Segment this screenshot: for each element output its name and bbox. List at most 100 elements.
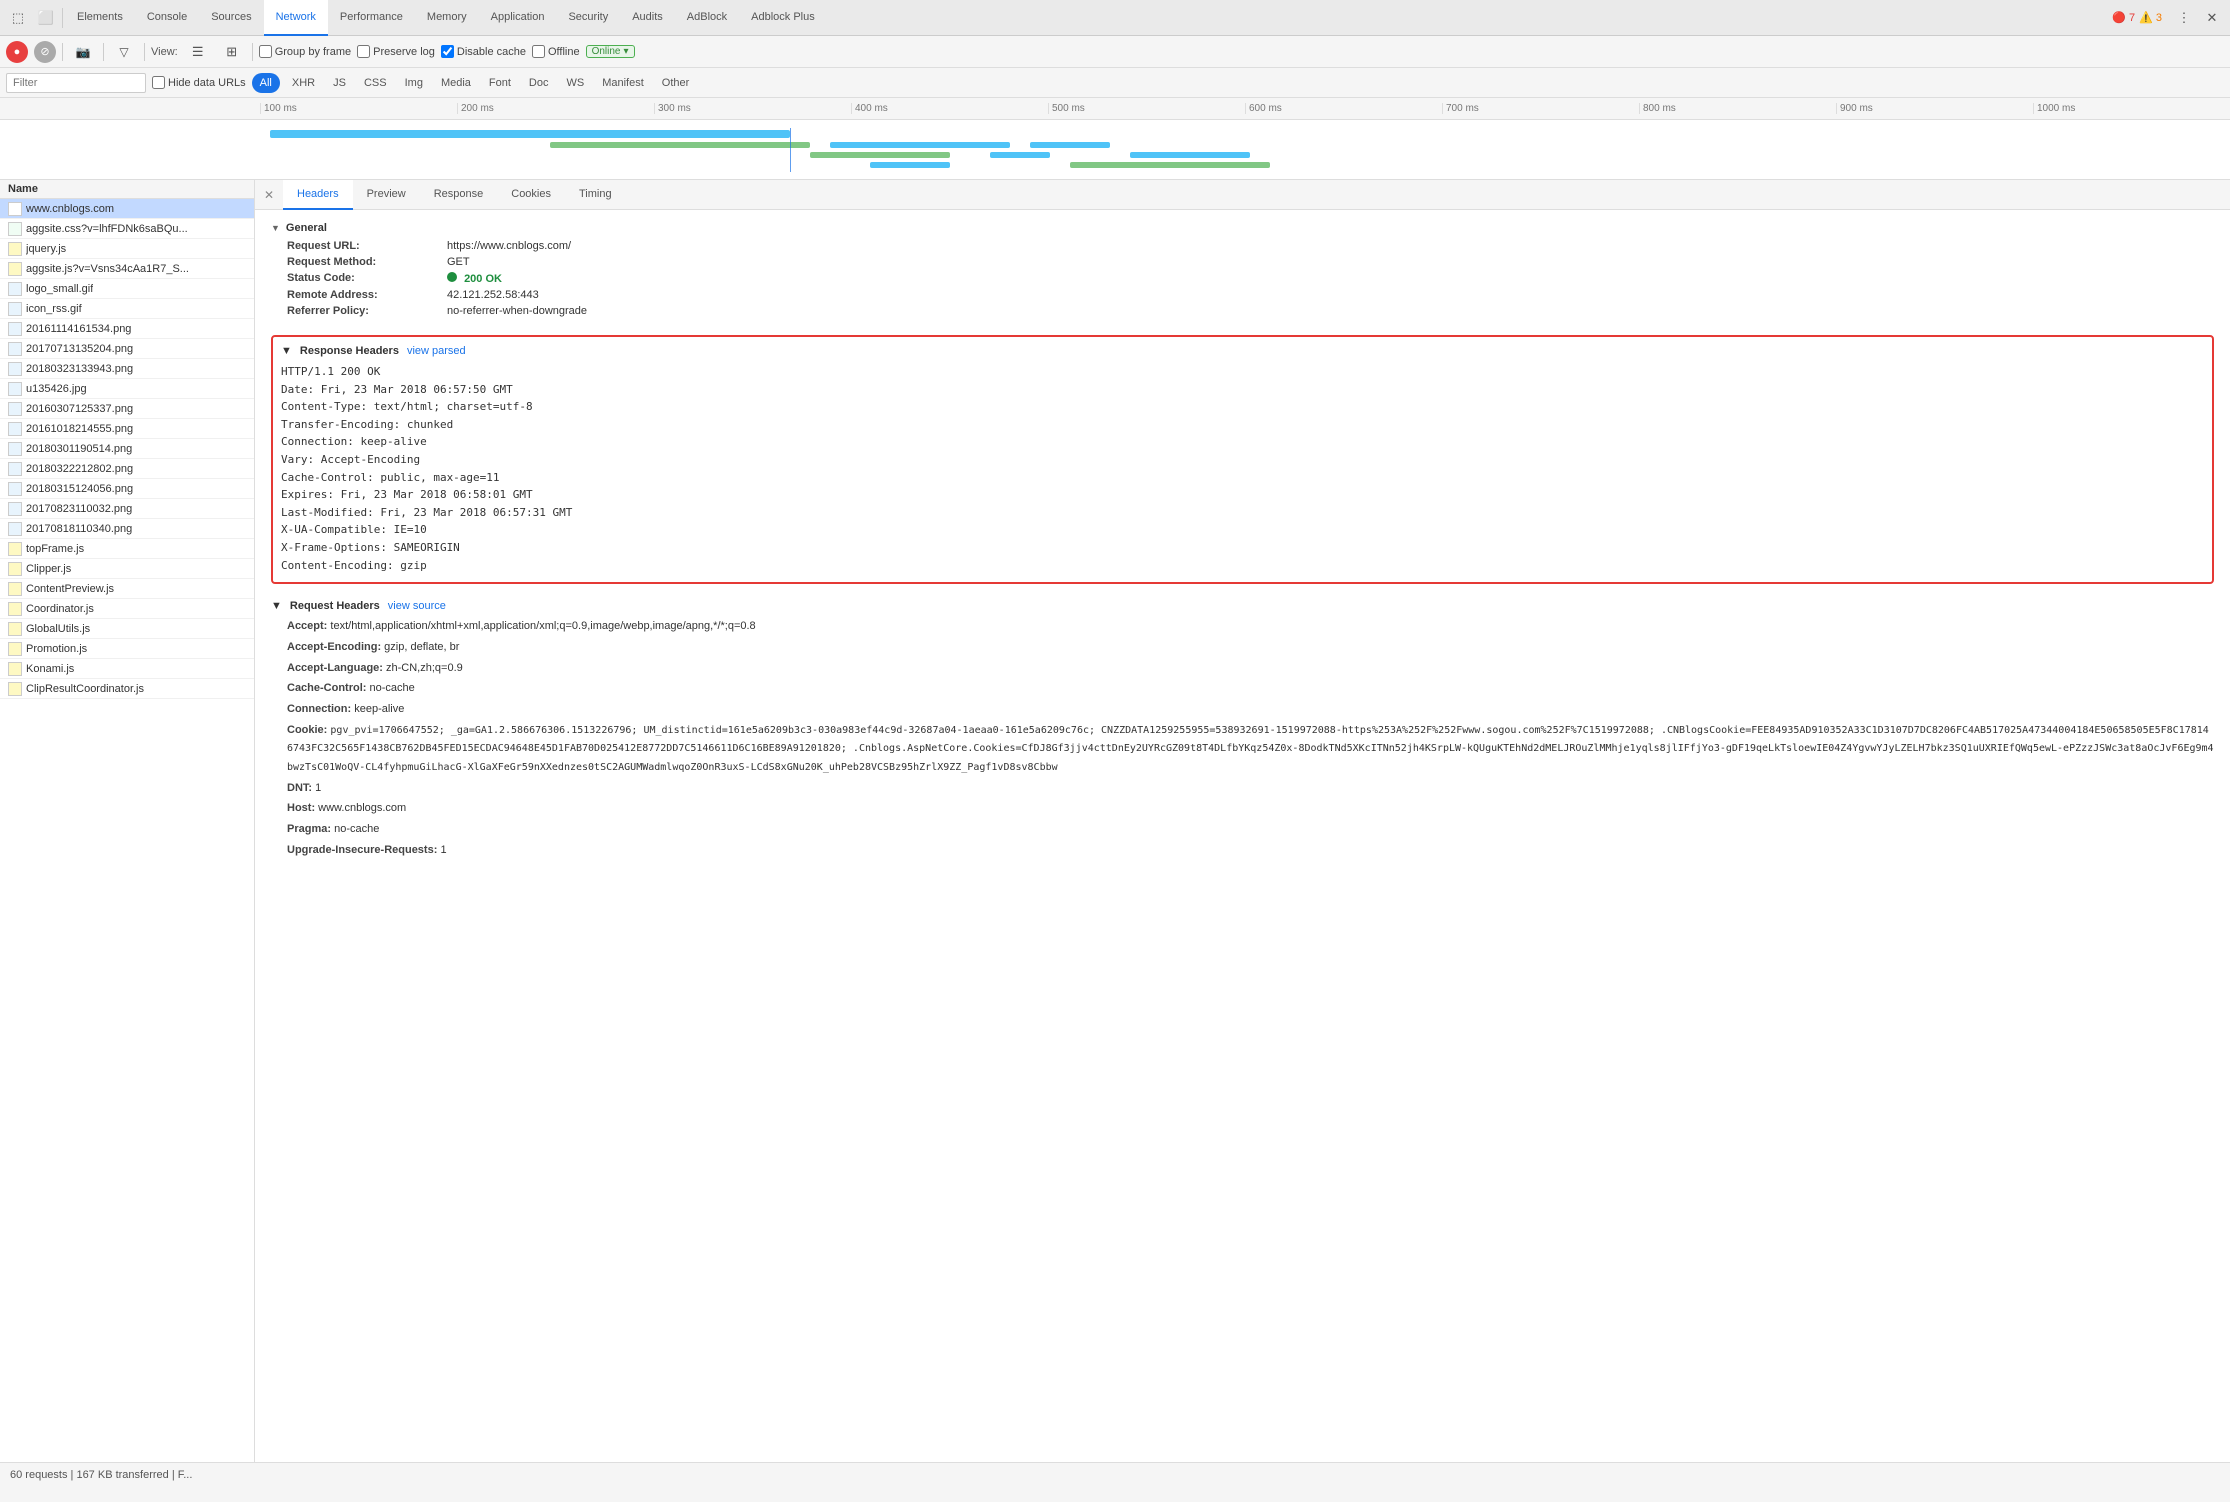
hide-data-urls-checkbox[interactable]: [152, 76, 165, 89]
online-selector[interactable]: Online ▾: [586, 45, 635, 58]
tab-console[interactable]: Console: [135, 0, 199, 36]
filter-js-button[interactable]: JS: [327, 73, 352, 93]
list-item[interactable]: Konami.js: [0, 659, 254, 679]
view-parsed-button[interactable]: view parsed: [407, 345, 466, 357]
filter-input[interactable]: [6, 73, 146, 93]
js-file-icon: [8, 262, 22, 276]
list-item[interactable]: 20170818110340.png: [0, 519, 254, 539]
timeline-visual: [0, 120, 2230, 180]
list-item[interactable]: 20180323133943.png: [0, 359, 254, 379]
panel-tab-response[interactable]: Response: [420, 180, 498, 210]
filter-css-button[interactable]: CSS: [358, 73, 393, 93]
preserve-log-label[interactable]: Preserve log: [357, 45, 435, 58]
list-item[interactable]: 20170823110032.png: [0, 499, 254, 519]
tab-memory[interactable]: Memory: [415, 0, 479, 36]
file-name: Konami.js: [26, 663, 74, 675]
tab-adblock[interactable]: AdBlock: [675, 0, 739, 36]
list-item[interactable]: icon_rss.gif: [0, 299, 254, 319]
list-item[interactable]: 20180315124056.png: [0, 479, 254, 499]
list-item[interactable]: jquery.js: [0, 239, 254, 259]
tab-adblock-plus[interactable]: Adblock Plus: [739, 0, 827, 36]
filter-manifest-button[interactable]: Manifest: [596, 73, 650, 93]
css-file-icon: [8, 222, 22, 236]
response-header-line: Transfer-Encoding: chunked: [281, 416, 2204, 434]
tab-application[interactable]: Application: [479, 0, 557, 36]
list-item[interactable]: aggsite.js?v=Vsns34cAa1R7_S...: [0, 259, 254, 279]
list-item[interactable]: 20161114161534.png: [0, 319, 254, 339]
panel-tab-preview[interactable]: Preview: [353, 180, 420, 210]
list-item[interactable]: 20180322212802.png: [0, 459, 254, 479]
js-file-icon: [8, 242, 22, 256]
tab-security[interactable]: Security: [556, 0, 620, 36]
online-dropdown-icon[interactable]: ▾: [623, 46, 628, 57]
list-item[interactable]: 20161018214555.png: [0, 419, 254, 439]
request-field-label: Accept:: [287, 620, 330, 632]
general-section-header[interactable]: ▼ General: [271, 218, 2214, 238]
list-item[interactable]: logo_small.gif: [0, 279, 254, 299]
offline-checkbox[interactable]: [532, 45, 545, 58]
list-item[interactable]: Promotion.js: [0, 639, 254, 659]
request-field-label: Cookie:: [287, 724, 330, 736]
device-icon[interactable]: ⬜: [32, 4, 60, 32]
group-by-frame-checkbox[interactable]: [259, 45, 272, 58]
request-field-value: keep-alive: [354, 703, 404, 715]
status-bar-text: 60 requests | 167 KB transferred | F...: [10, 1469, 192, 1481]
panel-close-button[interactable]: ✕: [255, 181, 283, 209]
filter-all-button[interactable]: All: [252, 73, 280, 93]
offline-label[interactable]: Offline: [532, 45, 580, 58]
filter-font-button[interactable]: Font: [483, 73, 517, 93]
list-item[interactable]: Coordinator.js: [0, 599, 254, 619]
filter-doc-button[interactable]: Doc: [523, 73, 555, 93]
view-source-button[interactable]: view source: [388, 600, 446, 612]
filter-other-button[interactable]: Other: [656, 73, 696, 93]
stop-button[interactable]: ⊘: [34, 41, 56, 63]
group-by-frame-label[interactable]: Group by frame: [259, 45, 351, 58]
request-field-row: Pragma: no-cache: [271, 819, 2214, 840]
toolbar-divider-3: [144, 43, 145, 61]
panel-tab-cookies[interactable]: Cookies: [497, 180, 565, 210]
tab-performance[interactable]: Performance: [328, 0, 415, 36]
preserve-log-checkbox[interactable]: [357, 45, 370, 58]
record-button[interactable]: ●: [6, 41, 28, 63]
response-header-line: Last-Modified: Fri, 23 Mar 2018 06:57:31…: [281, 504, 2204, 522]
filter-media-button[interactable]: Media: [435, 73, 477, 93]
tab-elements[interactable]: Elements: [65, 0, 135, 36]
file-name: Promotion.js: [26, 643, 87, 655]
list-item[interactable]: www.cnblogs.com: [0, 199, 254, 219]
request-field-value: gzip, deflate, br: [384, 641, 459, 653]
disable-cache-checkbox[interactable]: [441, 45, 454, 58]
close-devtools-icon[interactable]: ✕: [2198, 4, 2226, 32]
filter-button[interactable]: ▽: [110, 38, 138, 66]
request-field-row: Accept-Encoding: gzip, deflate, br: [271, 637, 2214, 658]
list-item[interactable]: 20170713135204.png: [0, 339, 254, 359]
list-item[interactable]: GlobalUtils.js: [0, 619, 254, 639]
hide-data-urls-label[interactable]: Hide data URLs: [152, 76, 246, 89]
filter-img-button[interactable]: Img: [399, 73, 429, 93]
panel-tab-headers[interactable]: Headers: [283, 180, 353, 210]
timeline-tick: 500 ms: [1048, 103, 1245, 114]
tab-sources[interactable]: Sources: [199, 0, 263, 36]
list-item[interactable]: Clipper.js: [0, 559, 254, 579]
list-item[interactable]: ClipResultCoordinator.js: [0, 679, 254, 699]
list-item[interactable]: u135426.jpg: [0, 379, 254, 399]
camera-button[interactable]: 📷: [69, 38, 97, 66]
panel-tab-timing[interactable]: Timing: [565, 180, 626, 210]
list-item[interactable]: topFrame.js: [0, 539, 254, 559]
more-options-icon[interactable]: ⋮: [2170, 4, 2198, 32]
list-item[interactable]: ContentPreview.js: [0, 579, 254, 599]
list-item[interactable]: aggsite.css?v=lhfFDNk6saBQu...: [0, 219, 254, 239]
tab-audits[interactable]: Audits: [620, 0, 675, 36]
filter-xhr-button[interactable]: XHR: [286, 73, 321, 93]
view-grid-icon[interactable]: ⊞: [218, 38, 246, 66]
js-file-icon: [8, 642, 22, 656]
tab-network[interactable]: Network: [264, 0, 328, 36]
list-item[interactable]: 20160307125337.png: [0, 399, 254, 419]
file-name: Coordinator.js: [26, 603, 94, 615]
filter-ws-button[interactable]: WS: [560, 73, 590, 93]
timeline-tick: 300 ms: [654, 103, 851, 114]
list-item[interactable]: 20180301190514.png: [0, 439, 254, 459]
view-list-icon[interactable]: ☰: [184, 38, 212, 66]
disable-cache-label[interactable]: Disable cache: [441, 45, 526, 58]
inspect-icon[interactable]: ⬚: [4, 4, 32, 32]
timeline-tick: 200 ms: [457, 103, 654, 114]
